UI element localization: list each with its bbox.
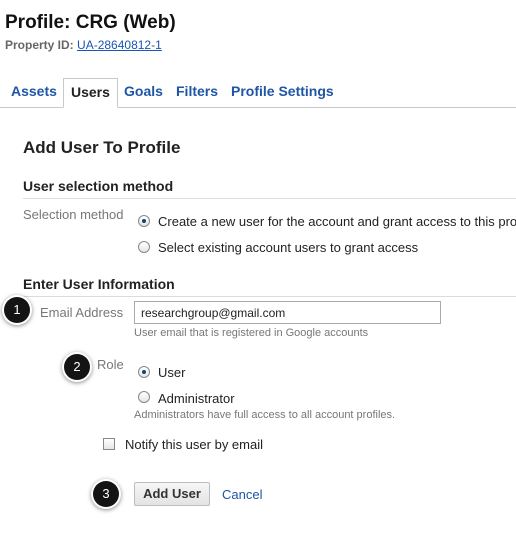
role-help-text: Administrators have full access to all a… — [134, 409, 396, 421]
add-user-button[interactable]: Add User — [134, 482, 210, 506]
tab-filters[interactable]: Filters — [176, 78, 218, 107]
callout-3-badge: 3 — [93, 481, 119, 507]
role-user-label: User — [158, 365, 186, 380]
info-section-heading: Enter User Information — [23, 276, 175, 292]
page-title: Profile: CRG (Web) — [5, 12, 176, 33]
tab-users[interactable]: Users — [63, 78, 118, 108]
form-heading: Add User To Profile — [23, 138, 181, 157]
radio-role-user[interactable] — [138, 366, 150, 378]
cancel-link[interactable]: Cancel — [222, 487, 262, 502]
property-id-label: Property ID: — [5, 38, 74, 52]
section-divider — [23, 198, 516, 199]
selection-method-label: Selection method — [23, 207, 124, 222]
role-label: Role — [97, 357, 124, 372]
section-divider — [23, 296, 516, 297]
callout-2-badge: 2 — [64, 354, 90, 380]
notify-checkbox[interactable] — [103, 438, 115, 450]
property-id-row: Property ID: UA-28640812-1 — [5, 38, 162, 52]
option-create-new-user-label: Create a new user for the account and gr… — [158, 214, 516, 229]
tab-assets[interactable]: Assets — [11, 78, 57, 107]
tab-bar: Assets Users Goals Filters Profile Setti… — [0, 78, 516, 108]
email-input[interactable] — [134, 301, 441, 324]
email-label: Email Address — [40, 305, 124, 320]
radio-create-new-user[interactable] — [138, 215, 150, 227]
tab-profile-settings[interactable]: Profile Settings — [231, 78, 334, 107]
radio-select-existing-user[interactable] — [138, 241, 150, 253]
role-administrator-label: Administrator — [158, 391, 235, 406]
tab-goals[interactable]: Goals — [124, 78, 163, 107]
option-select-existing-label: Select existing account users to grant a… — [158, 240, 419, 255]
property-id-link[interactable]: UA-28640812-1 — [77, 38, 162, 52]
notify-label: Notify this user by email — [125, 437, 263, 452]
radio-role-administrator[interactable] — [138, 391, 150, 403]
callout-1-badge: 1 — [4, 297, 30, 323]
selection-section-heading: User selection method — [23, 178, 174, 194]
email-help-text: User email that is registered in Google … — [134, 327, 369, 339]
